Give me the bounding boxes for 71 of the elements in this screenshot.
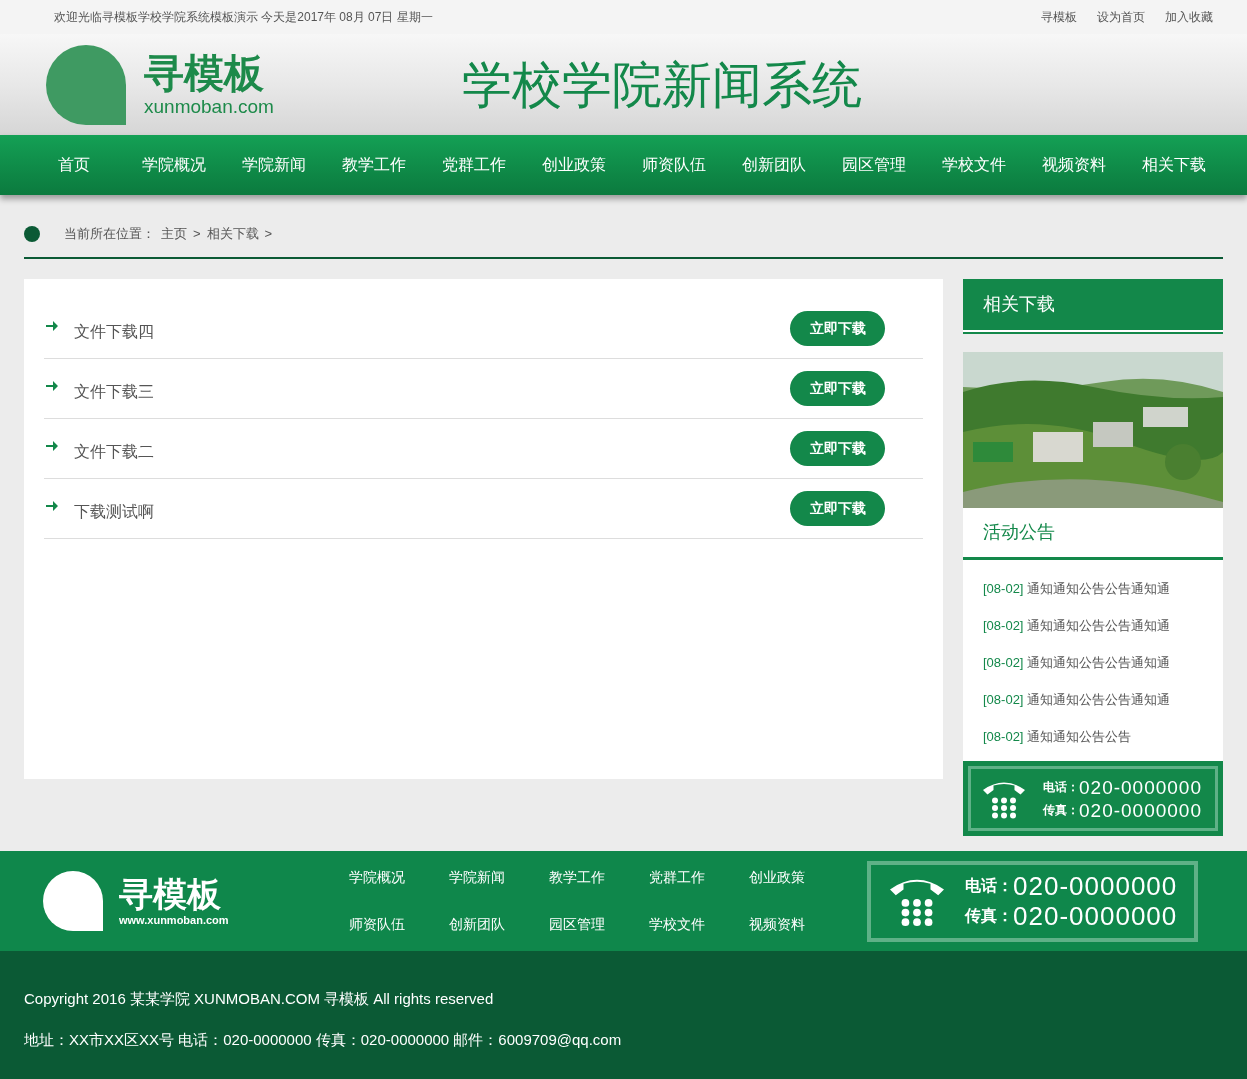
breadcrumb-link[interactable]: > bbox=[264, 224, 273, 244]
footer-link[interactable]: 党群工作 bbox=[649, 867, 749, 888]
nav-item[interactable]: 教学工作 bbox=[324, 153, 424, 177]
footer-link[interactable]: 创业政策 bbox=[749, 867, 849, 888]
download-button[interactable]: 立即下载 bbox=[790, 491, 885, 526]
fax-number: 020-0000000 bbox=[1013, 903, 1178, 929]
copyright-text: Copyright 2016 某某学院 XUNMOBAN.COM 寻模板 All rights reserved bbox=[24, 989, 495, 1009]
address-text: 地址：XX市XX区XX号 电话：020-0000000 传真：020-0000000 邮件：6009709@qq.com bbox=[24, 1029, 623, 1050]
download-button[interactable]: 立即下载 bbox=[790, 431, 885, 466]
footer-link[interactable]: 师资队伍 bbox=[349, 914, 449, 935]
footer-logo-icon bbox=[43, 871, 103, 931]
notice-date: [08-02] bbox=[983, 616, 1024, 635]
notice-date: [08-02] bbox=[983, 690, 1024, 709]
breadcrumb-link[interactable]: 相关下载 bbox=[206, 224, 259, 244]
notice-date: [08-02] bbox=[983, 653, 1024, 672]
footer-link[interactable]: 学院新闻 bbox=[449, 867, 549, 888]
arrow-icon bbox=[46, 319, 58, 332]
download-button[interactable]: 立即下载 bbox=[790, 311, 885, 346]
download-title[interactable]: 文件下载四 bbox=[74, 319, 154, 344]
logo-name: 寻模板 bbox=[144, 53, 265, 93]
breadcrumb-label: 当前所在位置： bbox=[64, 225, 155, 243]
nav-item[interactable]: 创新团队 bbox=[724, 153, 824, 177]
arrow-icon bbox=[46, 499, 58, 512]
phone-label: 电话： bbox=[1043, 781, 1079, 793]
nav-item[interactable]: 首页 bbox=[24, 153, 124, 177]
nav-item[interactable]: 师资队伍 bbox=[624, 153, 724, 177]
nav-item[interactable]: 创业政策 bbox=[524, 153, 624, 177]
footer-link[interactable]: 学院概况 bbox=[349, 867, 449, 888]
top-link[interactable]: 设为首页 bbox=[1097, 8, 1145, 26]
nav-item[interactable]: 园区管理 bbox=[824, 153, 924, 177]
notice-link[interactable]: 通知通知公告公告通知通 bbox=[1027, 689, 1171, 710]
footer-link[interactable]: 教学工作 bbox=[549, 867, 649, 888]
welcome-text: 欢迎光临寻模板学校学院系统模板演示 今天是2017年 08月 07日 星期一 bbox=[54, 9, 433, 26]
notice-link[interactable]: 通知通知公告公告通知通 bbox=[1027, 578, 1171, 599]
phone-number: 020-0000000 bbox=[1079, 777, 1202, 797]
nav-item[interactable]: 学校文件 bbox=[924, 153, 1024, 177]
breadcrumb-link[interactable]: 主页 bbox=[161, 224, 187, 244]
fax-label: 传真： bbox=[1043, 804, 1079, 816]
footer-link[interactable]: 创新团队 bbox=[449, 914, 549, 935]
arrow-icon bbox=[46, 439, 58, 452]
phone-number: 020-0000000 bbox=[1013, 873, 1178, 899]
footer-logo-domain: www.xunmoban.com bbox=[119, 914, 230, 926]
arrow-icon bbox=[46, 379, 58, 392]
fax-number: 020-0000000 bbox=[1079, 800, 1202, 820]
notice-link[interactable]: 通知通知公告公告通知通 bbox=[1027, 652, 1171, 673]
download-title[interactable]: 文件下载二 bbox=[74, 439, 154, 464]
top-link[interactable]: 寻模板 bbox=[1041, 8, 1077, 26]
footer-logo-name: 寻模板 bbox=[119, 876, 222, 911]
notice-title: 活动公告 bbox=[983, 521, 1055, 544]
notice-link[interactable]: 通知通知公告公告 bbox=[1027, 726, 1132, 747]
site-title: 学校学院新闻系统 bbox=[461, 59, 862, 110]
download-button[interactable]: 立即下载 bbox=[790, 371, 885, 406]
logo-domain: xunmoban.com bbox=[144, 97, 274, 116]
nav-item[interactable]: 党群工作 bbox=[424, 153, 524, 177]
top-link[interactable]: 加入收藏 bbox=[1165, 8, 1213, 26]
nav-item[interactable]: 学院概况 bbox=[124, 153, 224, 177]
download-title[interactable]: 下载测试啊 bbox=[74, 499, 154, 524]
notice-date: [08-02] bbox=[983, 727, 1024, 746]
nav-item[interactable]: 视频资料 bbox=[1024, 153, 1124, 177]
nav-item[interactable]: 相关下载 bbox=[1124, 153, 1224, 177]
fax-label: 传真： bbox=[965, 908, 1013, 924]
breadcrumb-link[interactable]: > bbox=[193, 224, 201, 244]
download-title[interactable]: 文件下载三 bbox=[74, 379, 154, 404]
footer-link[interactable]: 学校文件 bbox=[649, 914, 749, 935]
footer-link[interactable]: 视频资料 bbox=[749, 914, 849, 935]
nav-item[interactable]: 学院新闻 bbox=[224, 153, 324, 177]
footer-link[interactable]: 园区管理 bbox=[549, 914, 649, 935]
phone-label: 电话： bbox=[965, 878, 1013, 894]
notice-date: [08-02] bbox=[983, 579, 1024, 598]
sidebar-title: 相关下载 bbox=[983, 293, 1055, 316]
notice-link[interactable]: 通知通知公告公告通知通 bbox=[1027, 615, 1171, 636]
